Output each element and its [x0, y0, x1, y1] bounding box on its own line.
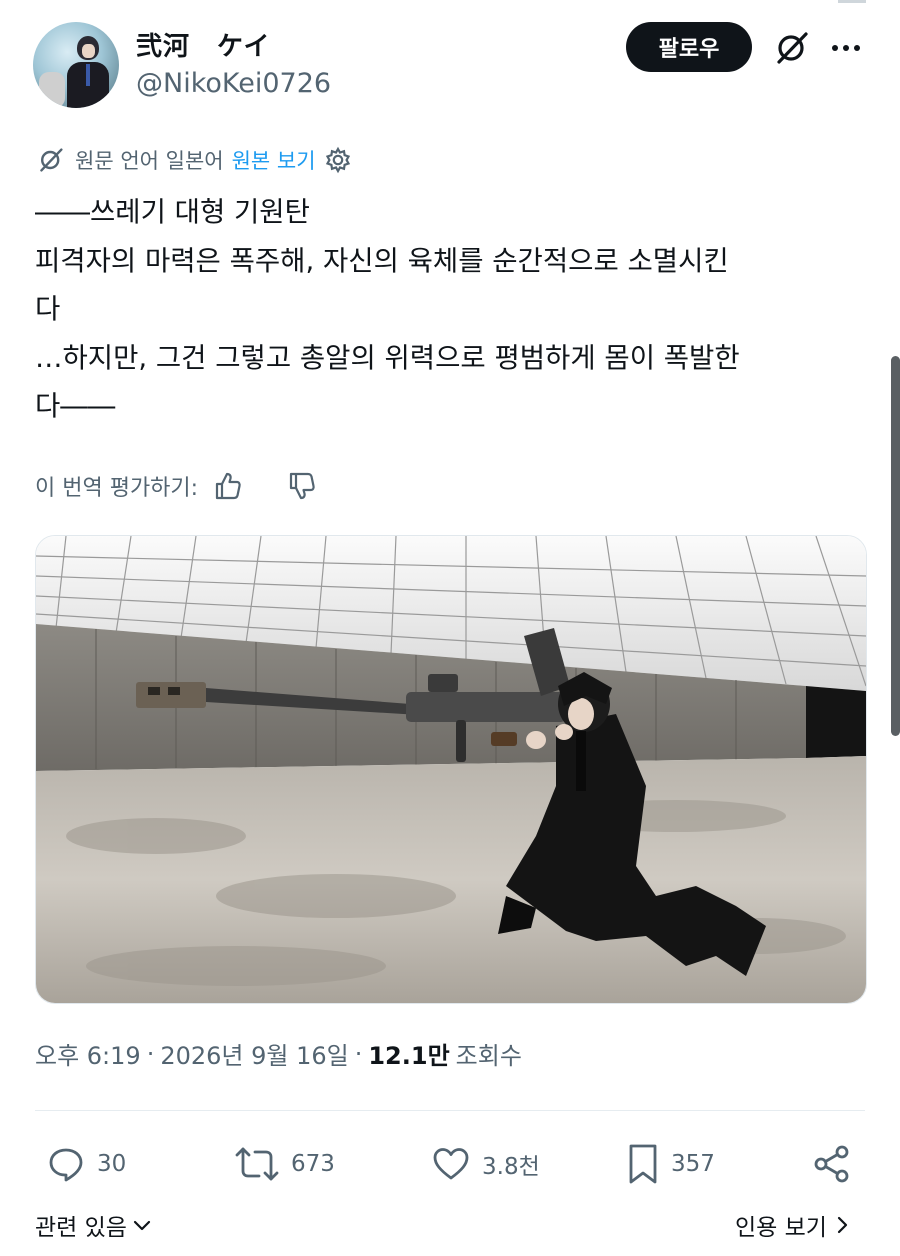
gear-icon[interactable] — [324, 146, 352, 174]
bookmark-count: 357 — [671, 1151, 715, 1177]
scrollbar[interactable] — [891, 356, 900, 736]
repost-count: 673 — [291, 1151, 335, 1177]
post-media-image[interactable] — [35, 535, 867, 1004]
show-original-link[interactable]: 원본 보기 — [232, 145, 316, 175]
thumbs-up-icon[interactable] — [212, 470, 244, 502]
grok-translate-icon — [40, 148, 63, 172]
like-count: 3.8천 — [482, 1154, 540, 1180]
author-display-name[interactable]: 弐河 ケイ — [136, 26, 270, 63]
action-bar: 30 673 3.8천 357 — [35, 1136, 865, 1192]
bookmark-icon — [629, 1144, 657, 1184]
rate-translation-label: 이 번역 평가하기: — [35, 476, 199, 501]
divider — [35, 1110, 865, 1111]
post-date[interactable]: 2026년 9월 16일 — [160, 1036, 348, 1071]
grok-icon[interactable] — [772, 28, 812, 68]
avatar[interactable] — [33, 22, 119, 108]
bookmark-button[interactable]: 357 — [625, 1136, 715, 1192]
thumbs-down-icon[interactable] — [286, 470, 318, 502]
heart-icon — [433, 1148, 469, 1180]
view-quotes-link[interactable]: 인용 보기 — [735, 1208, 851, 1242]
chevron-right-icon — [837, 1216, 848, 1234]
follow-button[interactable]: 팔로우 — [626, 22, 752, 72]
views-count: 12.1만 — [368, 1042, 450, 1070]
original-language-text: 원문 언어 일본어 — [75, 149, 224, 173]
share-icon — [814, 1145, 849, 1183]
share-button[interactable] — [811, 1136, 853, 1192]
like-button[interactable]: 3.8천 — [430, 1136, 540, 1192]
rate-translation-row: 이 번역 평가하기: — [35, 466, 318, 506]
related-label: 관련 있음 — [35, 1215, 127, 1241]
shooting-range-render — [36, 536, 866, 1003]
post-time[interactable]: 오후 6:19 — [35, 1036, 141, 1071]
views-label: 조회수 — [455, 1042, 522, 1070]
meta-separator: · — [146, 1039, 155, 1068]
reply-count: 30 — [97, 1151, 127, 1177]
repost-button[interactable]: 673 — [233, 1136, 335, 1192]
more-icon[interactable] — [826, 30, 866, 66]
meta-separator-2: · — [354, 1039, 363, 1068]
quotes-label: 인용 보기 — [735, 1215, 827, 1241]
corner-fragment-icon — [838, 0, 866, 3]
chevron-down-icon — [133, 1220, 151, 1231]
author-handle[interactable]: @NikoKei0726 — [136, 68, 331, 99]
related-dropdown[interactable]: 관련 있음 — [35, 1208, 153, 1242]
translation-info-row: 원문 언어 일본어 원본 보기 — [35, 142, 352, 178]
post-text: ――쓰레기 대형 기원탄 피격자의 마력은 폭주해, 자신의 육체를 순간적으로… — [35, 196, 740, 422]
reply-button[interactable]: 30 — [45, 1136, 126, 1192]
post-meta: 오후 6:19 · 2026년 9월 16일 · 12.1만 조회수 — [35, 1036, 522, 1071]
reply-icon — [49, 1148, 83, 1182]
repost-icon — [235, 1147, 279, 1181]
